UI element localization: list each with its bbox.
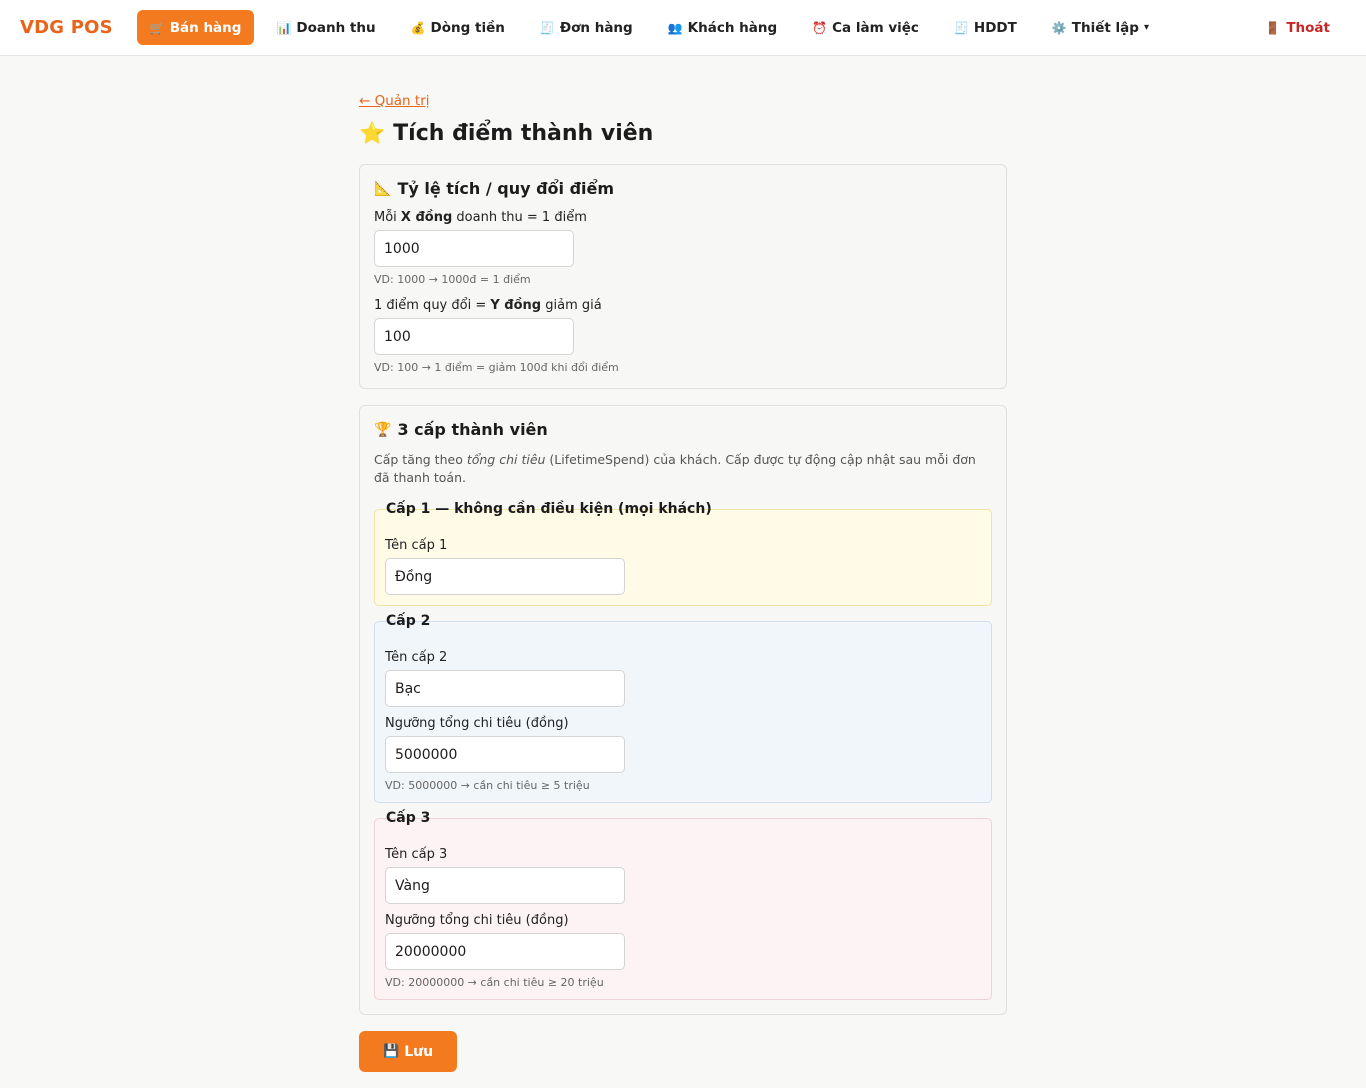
- star-icon: ⭐: [359, 121, 386, 145]
- rate-card: 📐 Tỷ lệ tích / quy đổi điểm Mỗi X đồng d…: [359, 164, 1007, 389]
- nav-item-don-hang[interactable]: 🧾 Đơn hàng: [527, 10, 646, 45]
- floppy-disk-icon: 💾: [383, 1044, 400, 1059]
- money-bag-icon: 💰: [410, 20, 426, 35]
- save-button-label: Lưu: [404, 1043, 434, 1060]
- nav-item-label: Bán hàng: [169, 19, 242, 36]
- redeem-rate-label: 1 điểm quy đổi = Y đồng giảm giá: [374, 298, 992, 313]
- tier-2-name-label: Tên cấp 2: [385, 650, 448, 665]
- trophy-icon: 🏆: [374, 421, 392, 438]
- tier-1-name-label: Tên cấp 1: [385, 538, 448, 553]
- gear-icon: ⚙️: [1051, 20, 1067, 35]
- tier-3-threshold-input[interactable]: [385, 933, 625, 970]
- alarm-clock-icon: ⏰: [812, 20, 828, 35]
- tier-2-threshold-hint: VD: 5000000 → cần chi tiêu ≥ 5 triệu: [385, 779, 590, 792]
- earn-label-bold: X đồng: [400, 210, 453, 225]
- nav-item-hddt[interactable]: 🧾 HDDT: [941, 10, 1030, 45]
- save-button[interactable]: 💾 Lưu: [359, 1031, 458, 1072]
- redeem-label-post: giảm giá: [541, 298, 602, 313]
- earn-rate-input[interactable]: [374, 230, 574, 267]
- logout-label: Thoát: [1286, 20, 1330, 36]
- tier-3-name-input[interactable]: [385, 867, 625, 904]
- tier-1-legend: Cấp 1 — không cần điều kiện (mọi khách): [386, 501, 712, 517]
- tiers-card-title-text: 3 cấp thành viên: [397, 420, 548, 439]
- page-title-text: Tích điểm thành viên: [393, 121, 654, 146]
- nav-item-thiet-lap[interactable]: ⚙️ Thiết lập ▾: [1039, 10, 1162, 45]
- rate-card-title: 📐 Tỷ lệ tích / quy đổi điểm: [374, 179, 992, 198]
- tier-2-legend: Cấp 2: [386, 613, 431, 629]
- back-to-admin-link[interactable]: ← Quản trị: [359, 93, 430, 109]
- nav-item-label: HDDT: [973, 19, 1017, 36]
- brand-logo[interactable]: VDG POS: [20, 17, 113, 38]
- receipt-icon: 🧾: [539, 20, 555, 35]
- nav-item-label: Doanh thu: [296, 19, 376, 36]
- nav-item-label: Ca làm việc: [832, 19, 919, 36]
- nav-item-khach-hang[interactable]: 👥 Khách hàng: [655, 10, 790, 45]
- tier-3-fieldset: Cấp 3 Tên cấp 3 Ngưỡng tổng chi tiêu (đồ…: [374, 810, 992, 1000]
- people-icon: 👥: [667, 20, 683, 35]
- tier-3-name-label: Tên cấp 3: [385, 847, 448, 862]
- tier-1-name-input[interactable]: [385, 558, 625, 595]
- tier-2-threshold-label: Ngưỡng tổng chi tiêu (đồng): [385, 716, 569, 731]
- main-nav: 🛒 Bán hàng 📊 Doanh thu 💰 Dòng tiền 🧾 Đơn…: [136, 10, 1171, 45]
- tier-2-name-input[interactable]: [385, 670, 625, 707]
- receipt-icon: 🧾: [953, 20, 969, 35]
- tier-3-legend: Cấp 3: [386, 810, 431, 826]
- nav-item-label: Đơn hàng: [559, 19, 633, 36]
- nav-item-label: Khách hàng: [687, 19, 778, 36]
- nav-item-dong-tien[interactable]: 💰 Dòng tiền: [398, 10, 518, 45]
- tiers-card: 🏆 3 cấp thành viên Cấp tăng theo tổng ch…: [359, 405, 1007, 1015]
- desc-pre: Cấp tăng theo: [374, 452, 467, 467]
- redeem-label-bold: Y đồng: [490, 298, 542, 313]
- top-navbar: VDG POS 🛒 Bán hàng 📊 Doanh thu 💰 Dòng ti…: [0, 0, 1366, 56]
- main-content: ← Quản trị ⭐ Tích điểm thành viên 📐 Tỷ l…: [359, 90, 1007, 1072]
- tier-3-threshold-label: Ngưỡng tổng chi tiêu (đồng): [385, 913, 569, 928]
- redeem-rate-input[interactable]: [374, 318, 574, 355]
- tier-3-threshold-hint: VD: 20000000 → cần chi tiêu ≥ 20 triệu: [385, 976, 604, 989]
- desc-italic: tổng chi tiêu: [466, 452, 546, 467]
- tier-2-fieldset: Cấp 2 Tên cấp 2 Ngưỡng tổng chi tiêu (đồ…: [374, 613, 992, 803]
- logout-button[interactable]: 🚪 Thoát: [1265, 0, 1330, 56]
- cart-icon: 🛒: [149, 20, 165, 35]
- rate-card-title-text: Tỷ lệ tích / quy đổi điểm: [397, 179, 615, 198]
- triangular-ruler-icon: 📐: [374, 180, 392, 197]
- nav-item-ca-lam-viec[interactable]: ⏰ Ca làm việc: [799, 10, 932, 45]
- tiers-card-title: 🏆 3 cấp thành viên: [374, 420, 992, 439]
- nav-item-doanh-thu[interactable]: 📊 Doanh thu: [263, 10, 388, 45]
- earn-label-pre: Mỗi: [374, 210, 401, 225]
- earn-label-post: doanh thu = 1 điểm: [452, 210, 587, 225]
- nav-item-label: Dòng tiền: [430, 19, 505, 36]
- tier-2-threshold-input[interactable]: [385, 736, 625, 773]
- redeem-label-pre: 1 điểm quy đổi =: [374, 298, 491, 313]
- nav-item-label: Thiết lập: [1071, 19, 1139, 36]
- redeem-rate-hint: VD: 100 → 1 điểm = giảm 100đ khi đổi điể…: [374, 361, 619, 374]
- earn-rate-hint: VD: 1000 → 1000đ = 1 điểm: [374, 273, 531, 286]
- nav-item-ban-hang[interactable]: 🛒 Bán hàng: [136, 10, 255, 45]
- chevron-down-icon: ▾: [1143, 22, 1149, 33]
- bar-chart-icon: 📊: [276, 20, 292, 35]
- page-title: ⭐ Tích điểm thành viên: [359, 121, 1007, 146]
- earn-rate-label: Mỗi X đồng doanh thu = 1 điểm: [374, 210, 992, 225]
- tiers-description: Cấp tăng theo tổng chi tiêu (LifetimeSpe…: [374, 451, 992, 487]
- door-icon: 🚪: [1265, 21, 1281, 35]
- tier-1-fieldset: Cấp 1 — không cần điều kiện (mọi khách) …: [374, 501, 992, 606]
